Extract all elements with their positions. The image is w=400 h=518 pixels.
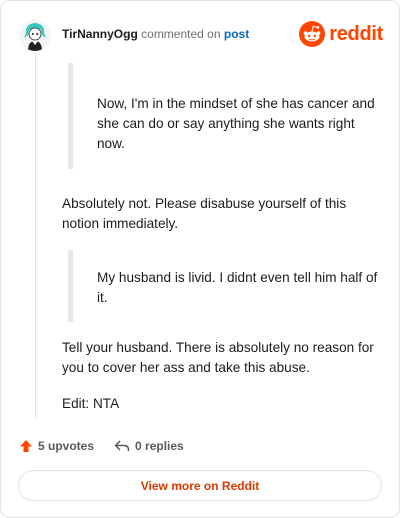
comment-paragraph: Edit: NTA — [62, 396, 120, 411]
upvote-count: 5 upvotes — [38, 439, 95, 453]
reply-arrow-icon — [114, 440, 130, 451]
reddit-logo[interactable]: reddit — [299, 21, 383, 47]
comment-embed-card: TirNannyOgg commented on post reddit Now… — [0, 0, 400, 518]
reddit-snoo-icon — [299, 21, 326, 47]
comment-body: Now, I'm in the mindset of she has cance… — [62, 63, 380, 414]
comment-actions: 5 upvotes 0 replies — [19, 437, 184, 455]
view-more-on-reddit-button[interactable]: View more on Reddit — [18, 470, 382, 501]
quote-text: Now, I'm in the mindset of she has cance… — [97, 96, 375, 151]
username-link[interactable]: TirNannyOgg — [62, 27, 138, 41]
blockquote-2: My husband is livid. I didnt even tell h… — [68, 250, 380, 322]
comment-paragraph: Absolutely not. Please disabuse yourself… — [62, 196, 347, 231]
reply-button[interactable]: 0 replies — [114, 439, 184, 453]
comment-header: TirNannyOgg commented on post reddit — [19, 19, 385, 51]
upvote-arrow-icon — [20, 440, 32, 452]
upvote-button[interactable]: 5 upvotes — [19, 439, 94, 453]
comment-paragraph: Tell your husband. There is absolutely n… — [62, 340, 374, 375]
comment-meta: TirNannyOgg commented on post — [62, 27, 249, 41]
post-link[interactable]: post — [224, 27, 249, 41]
quote-text: My husband is livid. I didnt even tell h… — [97, 270, 378, 305]
user-avatar[interactable] — [19, 19, 51, 51]
commented-on-text: commented on — [141, 27, 221, 41]
reply-count: 0 replies — [135, 439, 184, 453]
blockquote-1: Now, I'm in the mindset of she has cance… — [68, 63, 380, 169]
reddit-wordmark: reddit — [329, 22, 383, 45]
avatar-icon — [19, 19, 51, 51]
thread-line — [35, 53, 36, 419]
